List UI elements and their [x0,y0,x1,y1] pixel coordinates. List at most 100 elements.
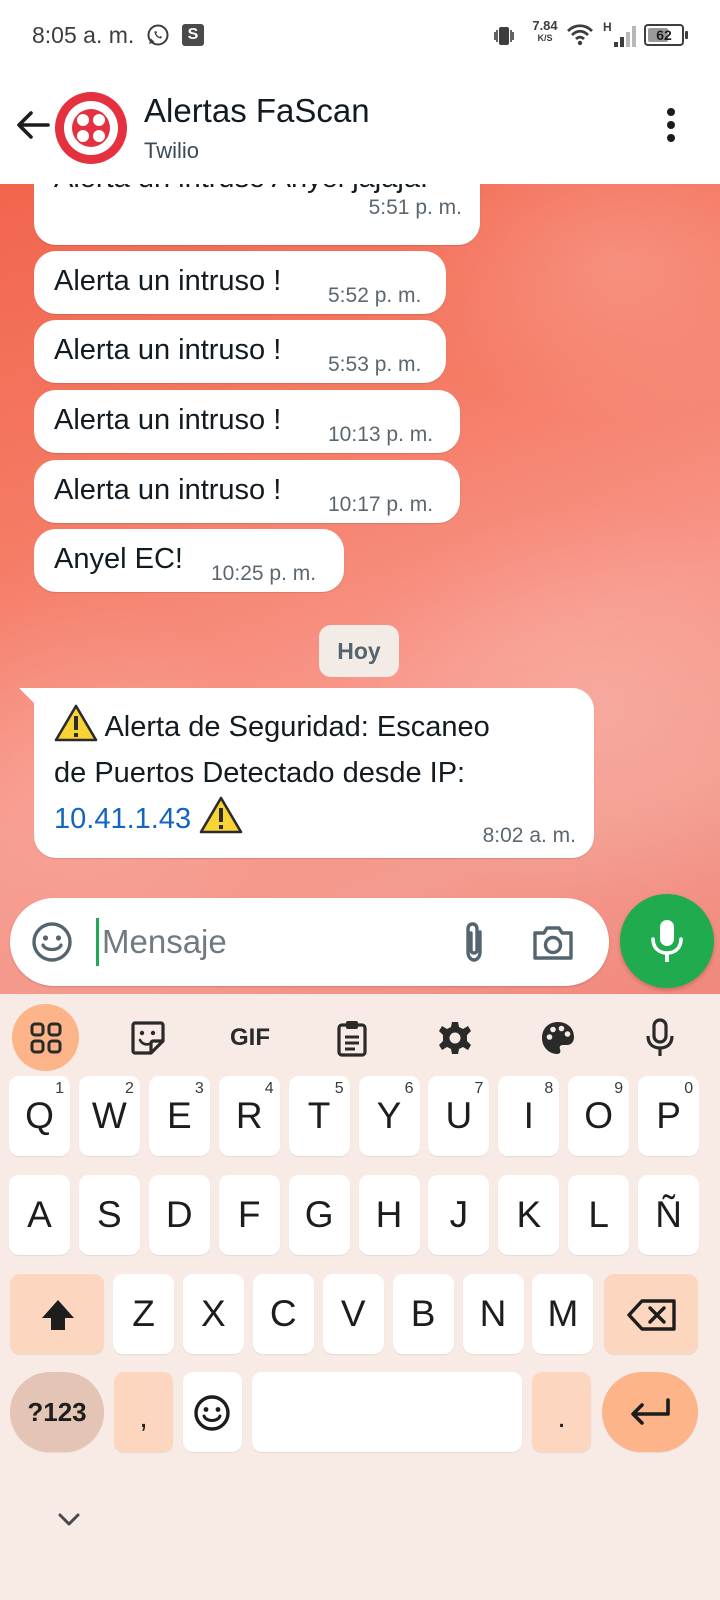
message-text: Alerta un intruso Anyel jajaja! [54,184,428,195]
chat-header: Alertas FaScan Twilio [0,72,720,184]
message-bubble[interactable]: Alerta un intruso ! 10:13 p. m. [34,390,460,453]
alert-line-2: de Puertos Detectado desde IP: [54,757,466,789]
key-k[interactable]: K [498,1175,560,1255]
message-time: 5:52 p. m. [328,284,422,307]
key-d[interactable]: D [148,1175,210,1255]
emoji-key[interactable] [183,1372,242,1452]
shift-icon [42,1300,74,1330]
enter-key[interactable] [602,1372,698,1452]
key-f[interactable]: F [218,1175,280,1255]
shift-key[interactable] [10,1274,104,1354]
message-input[interactable] [98,912,428,972]
chat-title[interactable]: Alertas FaScan [144,92,370,130]
message-bubble[interactable]: Alerta un intruso ! 5:53 p. m. [34,320,446,383]
enter-icon [631,1398,670,1425]
status-time: 8:05 a. m. [32,22,135,48]
key-a[interactable]: A [9,1175,70,1255]
key-r[interactable]: R4 [218,1076,280,1156]
message-time: 5:51 p. m. [368,196,462,219]
voice-input-icon[interactable] [628,1006,692,1070]
message-text: Alerta un intruso ! [54,334,282,366]
key-y[interactable]: Y6 [358,1076,420,1156]
key-h[interactable]: H [358,1175,420,1255]
key-l[interactable]: L [568,1175,630,1255]
key-n[interactable]: N [462,1274,524,1354]
key-u[interactable]: U7 [428,1076,490,1156]
key-w[interactable]: W2 [78,1076,140,1156]
key-c[interactable]: C [252,1274,314,1354]
message-text: Anyel EC! [54,543,183,575]
palette-icon[interactable] [526,1006,590,1070]
key-o[interactable]: O9 [568,1076,630,1156]
warning-icon [54,704,98,742]
attach-icon[interactable] [450,918,498,966]
signal-icon [614,26,636,47]
keyboard-toolbar: GIF [0,994,720,1082]
clipboard-icon[interactable] [320,1006,384,1070]
battery-icon: 62 [644,24,688,46]
camera-icon[interactable] [530,920,576,966]
vibrate-icon [494,27,514,45]
voice-message-button[interactable] [620,894,714,988]
whatsapp-icon [147,24,169,46]
keyboard-collapse-icon[interactable] [54,1504,84,1534]
message-bubble[interactable]: Anyel EC! 10:25 p. m. [34,529,344,592]
s-app-icon: S [182,24,204,46]
message-text: Alerta un intruso ! [54,404,282,436]
settings-icon[interactable] [423,1006,487,1070]
key-i[interactable]: I8 [498,1076,560,1156]
sticker-icon[interactable] [116,1006,180,1070]
microphone-icon [651,920,683,962]
key-j[interactable]: J [428,1175,490,1255]
message-bubble[interactable]: Alerta un intruso ! 10:17 p. m. [34,460,460,523]
symbols-key[interactable]: ?123 [10,1372,104,1452]
message-time: 10:25 p. m. [211,562,317,585]
message-bubble[interactable]: Alerta un intruso Anyel jajaja! 5:51 p. … [34,184,480,245]
period-key[interactable]: . [532,1372,591,1452]
key-x[interactable]: X [182,1274,244,1354]
back-arrow-icon[interactable] [14,106,52,144]
key-ñ[interactable]: Ñ [638,1175,700,1255]
contact-avatar[interactable] [55,92,127,164]
alert-message-text: Alerta de Seguridad: Escaneo de Puertos … [54,704,574,842]
key-t[interactable]: T5 [288,1076,350,1156]
comma-key[interactable]: , [114,1372,173,1452]
backspace-key[interactable] [604,1274,698,1354]
keyboard: GIF Q 1 W 2 E 3 R 4 T 5 Y 6 U 7 I 8 O 9 … [0,994,720,1600]
key-e[interactable]: E3 [148,1076,210,1156]
key-z[interactable]: Z [113,1274,174,1354]
chat-subtitle[interactable]: Twilio [144,138,199,164]
battery-percent: 62 [656,27,672,43]
emoji-icon [194,1395,230,1431]
space-key[interactable] [252,1372,522,1452]
message-time: 8:02 a. m. [482,824,576,847]
network-type: H [603,20,612,34]
date-separator: Hoy [319,625,399,677]
warning-icon [199,796,243,834]
backspace-icon [627,1299,676,1331]
key-b[interactable]: B [392,1274,454,1354]
chat-area[interactable]: Alerta un intruso Anyel jajaja! 5:51 p. … [0,184,720,994]
emoji-icon[interactable] [30,920,74,964]
gif-button[interactable]: GIF [218,1006,282,1070]
key-v[interactable]: V [322,1274,384,1354]
status-bar: 8:05 a. m. S 7.84 K/S H 62 [0,0,720,72]
key-g[interactable]: G [288,1175,350,1255]
message-bubble[interactable]: Alerta un intruso ! 5:52 p. m. [34,251,446,314]
compose-bar [10,898,609,986]
key-p[interactable]: P0 [638,1076,700,1156]
apps-icon[interactable] [12,1004,79,1071]
message-time: 10:17 p. m. [328,493,434,516]
key-q[interactable]: Q1 [9,1076,70,1156]
key-m[interactable]: M [532,1274,594,1354]
message-time: 10:13 p. m. [328,423,434,446]
key-s[interactable]: S [78,1175,140,1255]
alert-message-bubble[interactable]: Alerta de Seguridad: Escaneo de Puertos … [34,688,594,858]
network-speed: 7.84 K/S [532,18,558,43]
ip-address-link[interactable]: 10.41.1.43 [54,803,191,835]
message-time: 5:53 p. m. [328,353,422,376]
alert-line-1: Alerta de Seguridad: Escaneo [104,711,490,743]
message-text: Alerta un intruso ! [54,474,282,506]
more-options-icon[interactable] [664,108,678,148]
wifi-icon [567,24,593,46]
